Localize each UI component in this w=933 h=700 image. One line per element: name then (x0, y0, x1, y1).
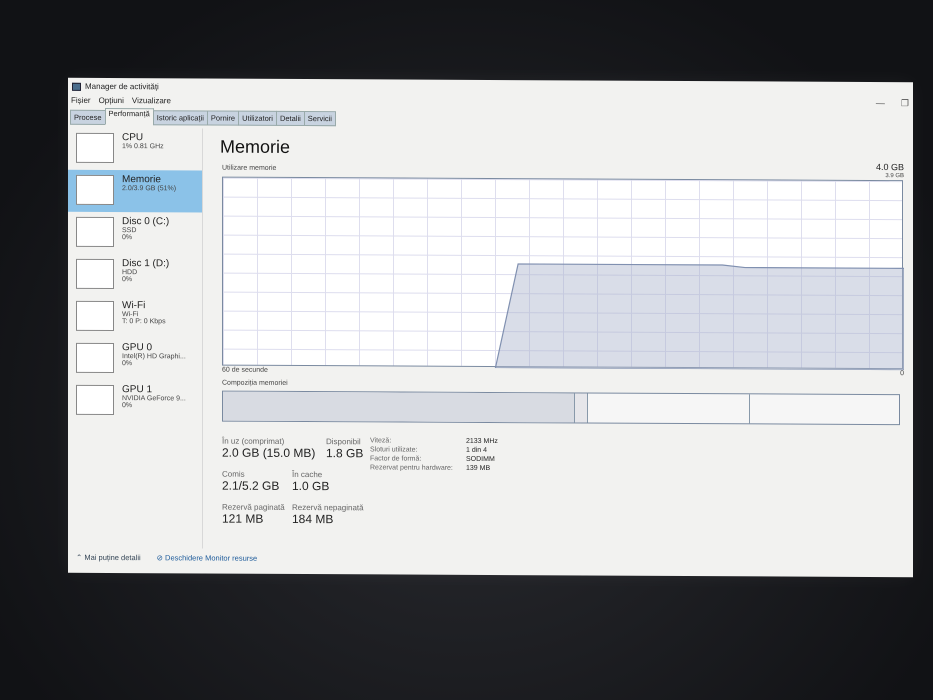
sidebar-item-detail-2: 0% (122, 276, 133, 284)
tab-services[interactable]: Servicii (303, 111, 336, 127)
paged-pool-label: Rezervă paginată (222, 502, 285, 512)
fewer-details-link[interactable]: ⌃ Mai puține detalii (76, 553, 141, 562)
memory-usage-area (494, 263, 904, 371)
tab-users[interactable]: Utilizatori (238, 110, 277, 126)
tab-processes[interactable]: Procese (70, 109, 106, 125)
menu-bar: Fișier Opțiuni Vizualizare (71, 96, 171, 106)
nonpaged-pool-label: Rezervă nepaginată (292, 502, 364, 513)
graph-max: 3.9 GB (885, 173, 904, 180)
sidebar-item[interactable]: Memorie 2.0/3.9 GB (51%) (68, 169, 202, 213)
tab-app-history[interactable]: Istoric aplicații (152, 110, 208, 126)
tab-performance[interactable]: Performanță (104, 107, 154, 126)
zero-label: 0 (900, 370, 904, 378)
tab-details[interactable]: Detalii (275, 110, 305, 127)
committed-label: Comis (222, 469, 245, 479)
window-title: Manager de activități (85, 81, 159, 92)
hardware-row: Rezervat pentru hardware: 139 MB (370, 464, 570, 472)
composition-standby[interactable] (588, 393, 751, 424)
memory-usage-graph (222, 176, 904, 371)
composition-label: Compoziția memoriei (222, 379, 288, 387)
sidebar-item-name: Disc 1 (D:) (122, 258, 170, 270)
total-memory: 4.0 GB (875, 162, 904, 173)
hardware-value: 2133 MHz (466, 437, 498, 446)
mini-graph-icon (76, 216, 114, 248)
sidebar-item-name: GPU 1 (122, 384, 153, 396)
sidebar-item-name: GPU 0 (122, 342, 153, 354)
sidebar-item-name: Disc 0 (C:) (122, 216, 170, 228)
page-title: Memorie (220, 136, 291, 157)
hardware-row: Factor de formă: SODIMM (370, 455, 570, 463)
cached-label: În cache (292, 469, 323, 480)
minimize-button[interactable]: — (876, 98, 885, 109)
menu-options[interactable]: Opțiuni (99, 96, 124, 105)
hardware-key: Viteză: (370, 437, 392, 445)
sidebar-item[interactable]: GPU 0 Intel(R) HD Graphi... 0% (68, 338, 202, 381)
tab-bar: Procese Performanță Istoric aplicații Po… (70, 107, 336, 127)
sidebar-item[interactable]: CPU 1% 0.81 GHz (68, 128, 202, 171)
nonpaged-pool-value: 184 MB (292, 511, 334, 527)
sidebar-item[interactable]: Disc 1 (D:) HDD 0% (68, 254, 202, 297)
mini-graph-icon (76, 300, 114, 332)
cached-value: 1.0 GB (292, 478, 330, 494)
hardware-value: SODIMM (466, 455, 495, 464)
sidebar-item[interactable]: Disc 0 (C:) SSD 0% (68, 212, 202, 255)
sidebar-item-detail-2: 0% (122, 402, 133, 410)
sidebar-item-detail: NVIDIA GeForce 9... (122, 395, 186, 403)
time-label: 60 de secunde (222, 366, 268, 374)
mini-graph-icon (76, 342, 114, 374)
mini-graph-icon (76, 132, 114, 164)
sidebar-item[interactable]: Wi-Fi Wi-Fi T: 0 P: 0 Kbps (68, 296, 202, 339)
hardware-key: Sloturi utilizate: (370, 446, 418, 454)
open-resource-monitor-link[interactable]: ⊘ Deschidere Monitor resurse (157, 553, 258, 563)
maximize-button[interactable]: ❐ (901, 98, 909, 109)
menu-view[interactable]: Vizualizare (132, 96, 171, 105)
sidebar-item-name: Wi-Fi (122, 300, 146, 312)
composition-modified[interactable] (574, 393, 589, 423)
memory-composition-bar (222, 390, 900, 426)
sidebar-item-detail: 2.0/3.9 GB (51%) (122, 185, 177, 193)
sidebar-item-detail-2: 0% (122, 360, 133, 368)
task-manager-window: Manager de activități — ❐ Fișier Opțiuni … (68, 77, 913, 578)
sidebar-item-detail-2: 0% (122, 234, 133, 242)
sidebar-item-name: CPU (122, 132, 144, 144)
in-use-value: 2.0 GB (15.0 MB) (222, 445, 316, 461)
paged-pool-value: 121 MB (222, 511, 264, 526)
hardware-key: Factor de formă: (370, 455, 422, 463)
sidebar-item-detail: Intel(R) HD Graphi... (122, 353, 186, 361)
hardware-row: Viteză: 2133 MHz (370, 437, 570, 445)
mini-graph-icon (76, 174, 114, 206)
graph-label: Utilizare memorie (222, 164, 277, 172)
task-manager-icon (72, 82, 81, 91)
composition-in-use[interactable] (223, 391, 575, 423)
hardware-value: 139 MB (466, 464, 491, 472)
committed-value: 2.1/5.2 GB (222, 478, 280, 493)
sidebar-item[interactable]: GPU 1 NVIDIA GeForce 9... 0% (68, 380, 202, 423)
mini-graph-icon (76, 384, 114, 416)
tab-startup[interactable]: Pornire (206, 110, 240, 126)
sidebar-item-detail-2: T: 0 P: 0 Kbps (122, 318, 166, 326)
hardware-row: Sloturi utilizate: 1 din 4 (370, 446, 570, 454)
hardware-value: 1 din 4 (466, 446, 488, 454)
menu-file[interactable]: Fișier (71, 96, 91, 105)
composition-free[interactable] (750, 394, 899, 424)
sidebar-item-detail: 1% 0.81 GHz (122, 143, 164, 151)
sidebar-item-name: Memorie (122, 174, 161, 186)
hardware-key: Rezervat pentru hardware: (370, 464, 453, 472)
mini-graph-icon (76, 258, 114, 290)
footer: ⌃ Mai puține detalii ⊘ Deschidere Monito… (76, 553, 257, 563)
memory-panel: Memorie Utilizare memorie 4.0 GB 3.9 GB … (220, 136, 910, 526)
title-bar: Manager de activități (72, 82, 159, 91)
resource-sidebar: CPU 1% 0.81 GHz Memorie 2.0/3.9 GB (51%) Dis… (68, 127, 203, 549)
